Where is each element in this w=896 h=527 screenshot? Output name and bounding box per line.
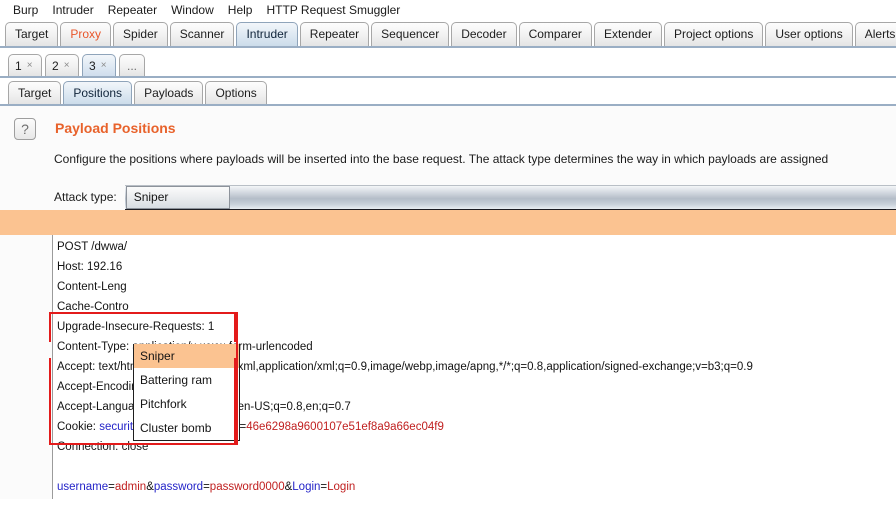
subtab-options[interactable]: Options <box>205 81 267 104</box>
request-text-segment: 46e6298a9600107e51ef8a9a66ec04f9 <box>246 421 444 433</box>
request-text-segment: Login <box>327 481 356 493</box>
header-host: Host: 192.16 <box>57 257 896 277</box>
tab-user-options[interactable]: User options <box>765 22 853 46</box>
request-text-segment: Host: 192.16 <box>57 261 123 273</box>
menu-item-help[interactable]: Help <box>221 3 260 17</box>
request-text-segment: POST /dwwa/ <box>57 241 128 253</box>
attack-tab-bar: 1 × 2 × 3 ×... <box>0 48 896 78</box>
payload-positions-panel: ? Payload Positions Configure the positi… <box>0 106 896 499</box>
main-tab-bar: Target Proxy Spider Scanner Intruder Repeater… <box>0 20 896 48</box>
menu-item-window[interactable]: Window <box>164 3 221 17</box>
attack-tab-label: 2 <box>52 58 59 73</box>
subtab-payloads[interactable]: Payloads <box>134 81 204 104</box>
request-text-segment: admin <box>114 481 147 493</box>
request-text-segment: = <box>108 481 115 493</box>
sub-tab-bar: Target Positions Payloads Options <box>0 78 896 106</box>
attack-type-select[interactable]: Sniper <box>125 185 230 209</box>
request-text-segment: Cookie: <box>57 421 100 433</box>
panel-description: Configure the positions where payloads w… <box>54 152 829 166</box>
blank-separator <box>57 457 896 477</box>
tab-target[interactable]: Target <box>5 22 59 46</box>
help-icon[interactable]: ? <box>14 118 36 140</box>
tab-project-options[interactable]: Project options <box>663 22 764 46</box>
tab-extender[interactable]: Extender <box>593 22 662 46</box>
request-text-segment: Content-Leng <box>57 281 127 293</box>
page-title: Payload Positions <box>55 120 176 136</box>
menu-bar: Burp Intruder Repeater Window Help HTTP Reque… <box>0 0 896 20</box>
attack-tab-2[interactable]: 2 × <box>45 54 79 76</box>
dropdown-option-cluster-bomb[interactable]: Cluster bomb <box>134 416 239 440</box>
attack-tab-label: 3 <box>89 58 96 73</box>
attack-tab-label: ... <box>126 58 137 73</box>
header-content-length: Content-Leng <box>57 277 896 297</box>
attack-type-dropdown-menu[interactable]: Sniper Battering ram Pitchfork Cluster bomb <box>133 344 240 441</box>
dropdown-option-sniper[interactable]: Sniper <box>134 344 239 368</box>
close-icon[interactable]: × <box>64 60 70 71</box>
tab-scanner[interactable]: Scanner <box>169 22 235 46</box>
request-body: username=admin&password=password0000&Log… <box>57 477 896 497</box>
header-upgrade-insecure-requests: Upgrade-Insecure-Requests: 1 <box>57 317 896 337</box>
attack-tab-1[interactable]: 1 × <box>8 54 42 76</box>
attack-type-combo-bar: Sniper <box>124 184 896 210</box>
request-text-segment: & <box>146 481 154 493</box>
request-text-segment: password <box>153 481 204 493</box>
tab-repeater[interactable]: Repeater <box>299 22 370 46</box>
request-text-segment: password0000 <box>209 481 285 493</box>
panel-header: ? Payload Positions <box>0 118 896 140</box>
selection-highlight-strip <box>0 210 896 235</box>
attack-type-label: Attack type: <box>54 190 117 204</box>
menu-item-intruder[interactable]: Intruder <box>45 3 100 17</box>
attack-type-row: Attack type: Sniper <box>0 184 896 210</box>
attack-tab-overflow[interactable]: ... <box>119 54 145 76</box>
tab-intruder[interactable]: Intruder <box>236 22 298 46</box>
request-text-segment: Connection: close <box>57 441 149 453</box>
dropdown-option-battering-ram[interactable]: Battering ram <box>134 368 239 392</box>
menu-item-burp[interactable]: Burp <box>6 3 45 17</box>
request-text-segment: Cache-Contro <box>57 301 129 313</box>
close-icon[interactable]: × <box>27 60 33 71</box>
header-cache-control: Cache-Contro <box>57 297 896 317</box>
tab-spider[interactable]: Spider <box>113 22 168 46</box>
request-text-segment: Login <box>292 481 321 493</box>
attack-tab-3[interactable]: 3 × <box>82 54 116 76</box>
tab-sequencer[interactable]: Sequencer <box>371 22 450 46</box>
menu-item-repeater[interactable]: Repeater <box>101 3 164 17</box>
request-text-segment: username <box>57 481 109 493</box>
menu-item-http-request-smuggler[interactable]: HTTP Request Smuggler <box>259 3 407 17</box>
tab-decoder[interactable]: Decoder <box>451 22 517 46</box>
request-text-segment: = <box>203 481 210 493</box>
dropdown-option-pitchfork[interactable]: Pitchfork <box>134 392 239 416</box>
tab-proxy[interactable]: Proxy <box>60 22 112 46</box>
tab-comparer[interactable]: Comparer <box>518 22 592 46</box>
subtab-target[interactable]: Target <box>8 81 62 104</box>
subtab-positions[interactable]: Positions <box>63 81 133 104</box>
attack-tab-label: 1 <box>15 58 22 73</box>
close-icon[interactable]: × <box>101 60 107 71</box>
request-text-segment: Upgrade-Insecure-Requests: 1 <box>57 321 215 333</box>
request-line: POST /dwwa/ <box>57 237 896 257</box>
tab-alerts[interactable]: Alerts <box>854 22 896 46</box>
